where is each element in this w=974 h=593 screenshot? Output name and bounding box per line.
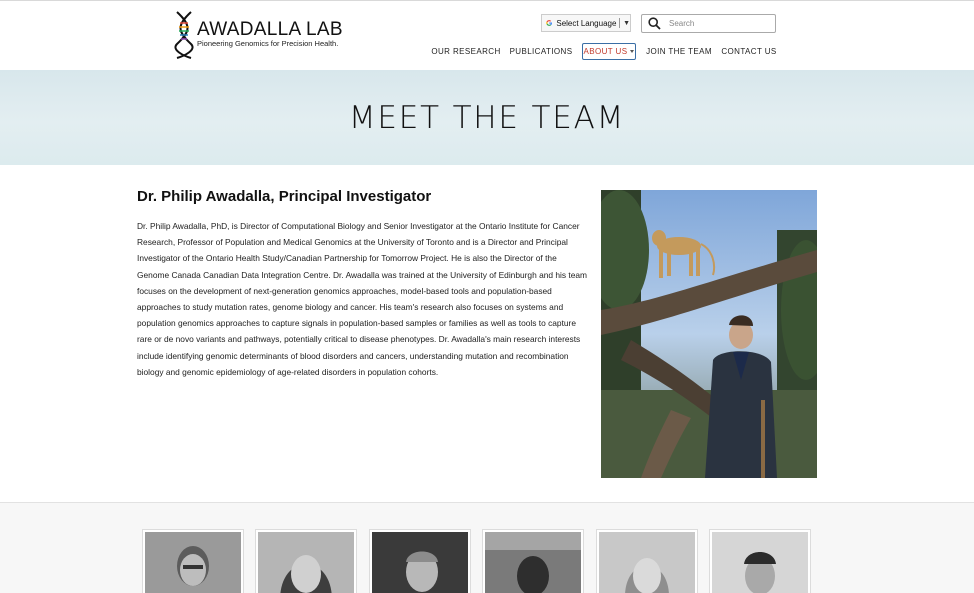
profile-name: Dr. Philip Awadalla, Principal Investiga… — [137, 188, 432, 205]
language-select[interactable]: Select Language ▼ — [541, 14, 631, 32]
profile-bio: Dr. Philip Awadalla, PhD, is Director of… — [137, 221, 588, 377]
search-icon[interactable] — [648, 17, 661, 30]
team-member-photo — [372, 532, 468, 593]
team-member-card[interactable] — [255, 529, 357, 593]
team-member-card[interactable] — [482, 529, 584, 593]
language-separator — [619, 18, 621, 28]
site-header: AWADALLA LAB Pioneering Genomics for Pre… — [0, 1, 974, 70]
team-member-photo — [258, 532, 354, 593]
team-member-card[interactable] — [369, 529, 471, 593]
team-member-card[interactable] — [596, 529, 698, 593]
team-member-photo — [599, 532, 695, 593]
profile-photo-image — [601, 190, 817, 478]
nav-our-research[interactable]: OUR RESEARCH — [431, 43, 500, 60]
team-member-card[interactable] — [142, 529, 244, 593]
search-input[interactable] — [669, 19, 769, 28]
brand-name: AWADALLA LAB — [197, 19, 343, 40]
team-member-photo — [145, 532, 241, 593]
google-icon — [546, 20, 552, 26]
nav-contact-us[interactable]: CONTACT US — [721, 43, 776, 60]
language-label: Select Language — [556, 18, 617, 28]
caret-down-icon — [630, 50, 635, 53]
main-nav: OUR RESEARCH PUBLICATIONS ABOUT US JOIN … — [0, 43, 974, 61]
profile-photo — [601, 190, 817, 478]
nav-join-the-team[interactable]: JOIN THE TEAM — [646, 43, 711, 60]
nav-publications[interactable]: PUBLICATIONS — [510, 43, 572, 60]
nav-about-us[interactable]: ABOUT US — [582, 43, 636, 60]
search-box[interactable] — [641, 14, 776, 33]
team-member-photo — [485, 532, 581, 593]
team-member-card[interactable] — [709, 529, 811, 593]
nav-about-us-label: ABOUT US — [583, 47, 628, 56]
language-dropdown-icon: ▼ — [623, 19, 630, 27]
page-title: MEET THE TEAM — [348, 100, 626, 136]
team-member-photo — [712, 532, 808, 593]
